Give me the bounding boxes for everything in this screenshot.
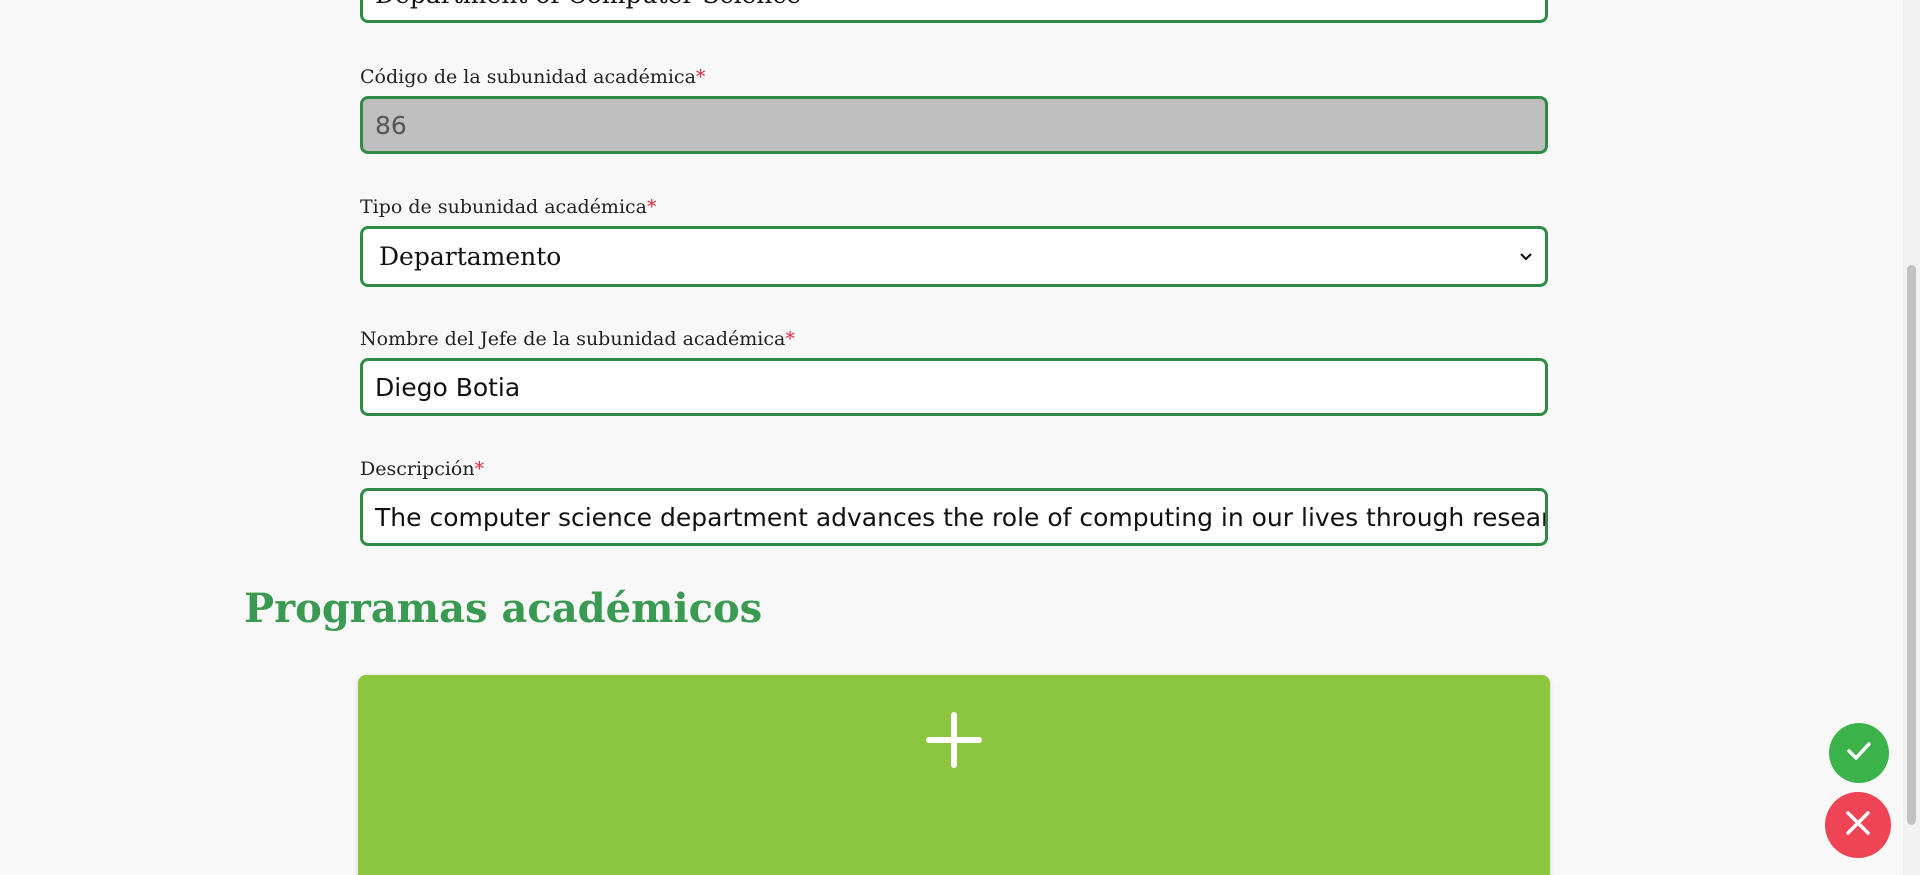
confirm-button[interactable] (1829, 723, 1889, 783)
description-label: Descripción* (360, 458, 484, 480)
required-mark: * (647, 196, 657, 218)
type-selected-value: Departamento (379, 242, 562, 271)
head-label-text: Nombre del Jefe de la subunidad académic… (360, 328, 786, 350)
cancel-button[interactable] (1825, 792, 1891, 858)
required-mark: * (474, 458, 485, 480)
close-icon (1843, 808, 1873, 842)
scrollbar[interactable] (1903, 0, 1920, 875)
scrollbar-thumb[interactable] (1907, 265, 1916, 825)
plus-icon (926, 712, 982, 768)
required-mark: * (695, 66, 706, 88)
code-label: Código de la subunidad académica* (360, 66, 705, 88)
type-label: Tipo de subunidad académica* (360, 196, 657, 218)
type-select[interactable]: Departamento (360, 226, 1548, 287)
code-input: 86 (360, 96, 1548, 154)
head-label: Nombre del Jefe de la subunidad académic… (360, 328, 795, 350)
head-name-value: Diego Botia (375, 372, 521, 402)
check-icon (1844, 736, 1874, 770)
description-input[interactable]: The computer science department advances… (360, 488, 1548, 546)
required-mark: * (785, 328, 795, 350)
subunit-name-value: Department of Computer Science (375, 0, 801, 9)
description-value: The computer science department advances… (375, 502, 1548, 532)
programs-section-title: Programas académicos (244, 585, 763, 632)
page: Department of Computer Science Código de… (0, 0, 1920, 875)
description-label-text: Descripción (360, 458, 475, 480)
type-label-text: Tipo de subunidad académica (360, 196, 647, 218)
add-program-button[interactable] (358, 675, 1550, 875)
chevron-down-icon (1519, 247, 1533, 266)
code-label-text: Código de la subunidad académica (360, 66, 696, 88)
code-value: 86 (375, 110, 407, 140)
head-name-input[interactable]: Diego Botia (360, 358, 1548, 416)
subunit-name-input[interactable]: Department of Computer Science (360, 0, 1548, 23)
